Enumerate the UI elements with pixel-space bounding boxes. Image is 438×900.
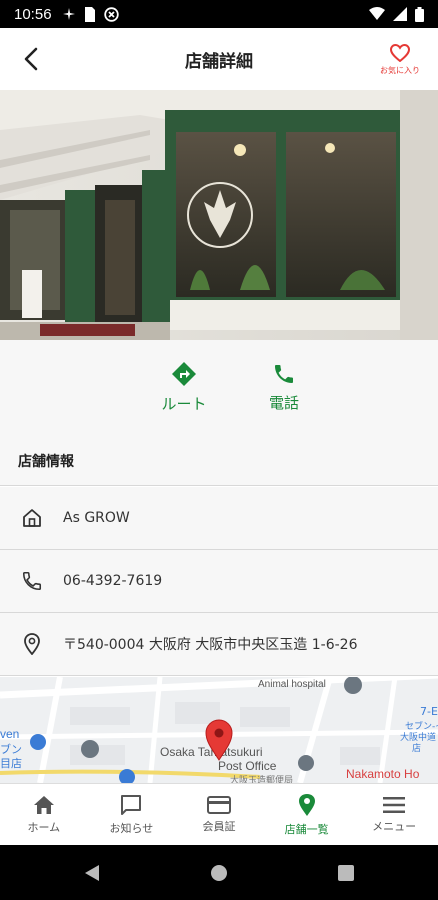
tab-news[interactable]: お知らせ [88, 784, 176, 845]
back-arrow-icon [24, 47, 38, 71]
card-icon [206, 795, 231, 814]
hamburger-icon [383, 796, 406, 813]
status-bar: 10:56 [0, 0, 438, 28]
store-info-heading: 店舗情報 [0, 434, 438, 486]
status-time: 10:56 [14, 5, 52, 23]
tab-menu[interactable]: メニュー [350, 784, 438, 845]
notification-icon [62, 8, 75, 20]
sync-icon [103, 6, 119, 22]
map-marker-icon [205, 719, 233, 761]
map-label-animal-hospital: Animal hospital [258, 679, 326, 690]
tab-menu-label: メニュー [372, 819, 417, 833]
store-name: As GROW [63, 510, 130, 526]
tab-member-card[interactable]: 会員証 [175, 784, 263, 845]
battery-icon [415, 6, 424, 22]
map-label-seven-4: 店 [412, 744, 422, 754]
store-address-row: 〒540-0004 大阪府 大阪市中央区玉造 1-6-26 [0, 613, 438, 676]
map-label-left-1: ven [0, 727, 20, 741]
action-bar: ルート 電話 [0, 340, 438, 434]
tab-store-list-label: 店舗一覧 [284, 822, 329, 836]
store-phone: 06-4392-7619 [63, 573, 163, 589]
sim-card-icon [84, 6, 95, 22]
map-label-post-office-2: Post Office [218, 759, 277, 773]
home-outline-icon [18, 504, 46, 532]
store-photo [0, 90, 438, 340]
phone-outline-icon [18, 567, 46, 595]
map-label-post-office-3: 大阪玉造郵便局 [230, 776, 294, 783]
tab-store-list[interactable]: 店舗一覧 [263, 784, 351, 845]
back-button[interactable] [14, 42, 48, 76]
store-phone-row[interactable]: 06-4392-7619 [0, 550, 438, 613]
tab-news-label: お知らせ [109, 821, 154, 835]
tab-home[interactable]: ホーム [0, 784, 88, 845]
map-label-nakamoto: Nakamoto Ho [346, 767, 420, 781]
location-pin-icon [298, 793, 315, 816]
store-address: 〒540-0004 大阪府 大阪市中央区玉造 1-6-26 [63, 637, 358, 653]
signal-icon [393, 7, 407, 21]
phone-label: 電話 [268, 393, 299, 412]
tab-home-label: ホーム [27, 820, 61, 834]
favorite-button[interactable]: お気に入り [372, 38, 428, 82]
phone-icon [275, 364, 293, 383]
wifi-icon [369, 7, 385, 20]
favorite-label: お気に入り [380, 66, 420, 75]
nav-recents-icon[interactable] [338, 864, 354, 881]
tab-member-card-label: 会員証 [202, 819, 236, 833]
nav-back-icon[interactable] [84, 864, 100, 882]
message-icon [121, 794, 142, 815]
bottom-tab-bar: ホーム お知らせ 会員証 店舗一覧 メニュー [0, 783, 438, 845]
heart-icon [390, 44, 410, 62]
store-name-row: As GROW [0, 487, 438, 550]
store-map[interactable]: Animal hospital Osaka Tamatsukuri Post O… [0, 677, 438, 783]
route-button[interactable]: ルート [152, 361, 216, 414]
map-label-left-3: 目店 [0, 757, 22, 770]
phone-button[interactable]: 電話 [252, 362, 316, 413]
route-label: ルート [161, 394, 207, 413]
page-title: 店舗詳細 [185, 51, 253, 72]
app-header: 店舗詳細 お気に入り [0, 28, 438, 90]
location-pin-outline-icon [18, 630, 46, 658]
nav-home-icon[interactable] [210, 864, 228, 882]
home-icon [33, 795, 54, 814]
system-nav-bar [0, 845, 438, 900]
directions-icon [172, 361, 196, 386]
map-label-seven-1: 7-E [420, 705, 438, 718]
